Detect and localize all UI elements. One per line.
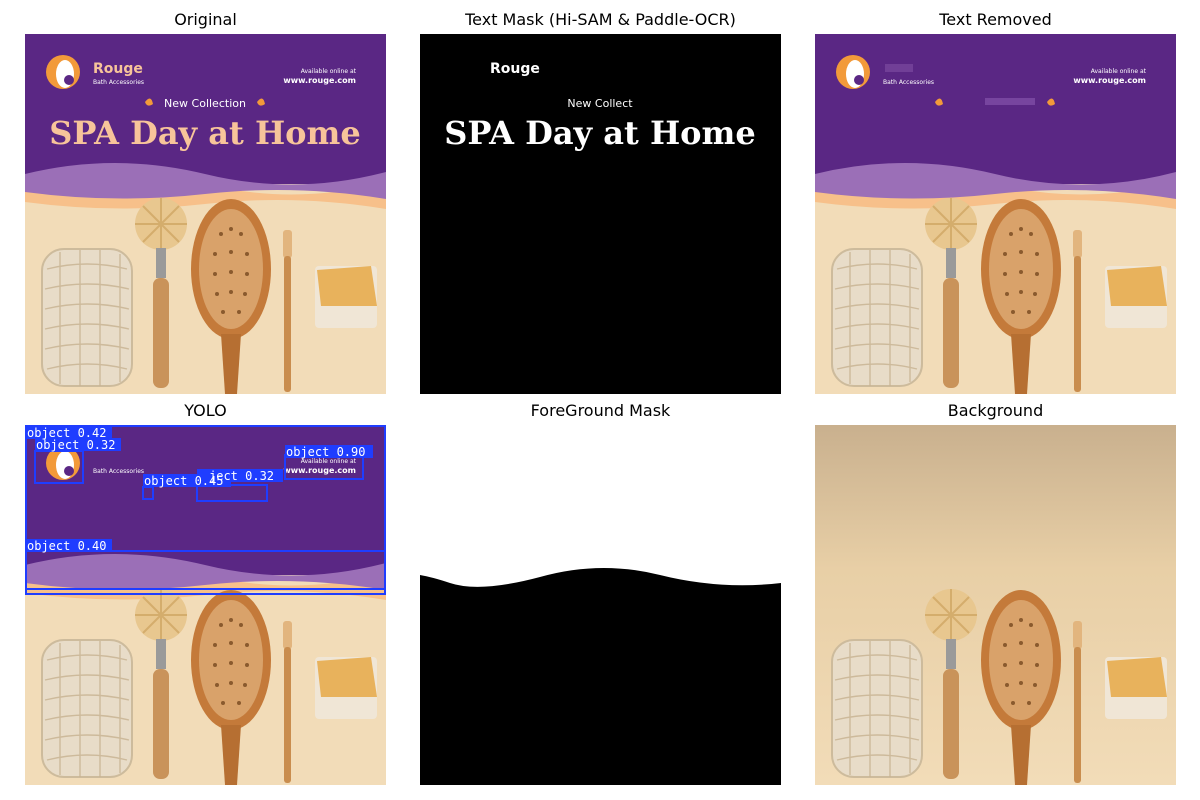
available-text: Available online at xyxy=(1091,68,1147,75)
detection-label: ject 0.32 xyxy=(209,469,274,483)
available-text: Available online at xyxy=(301,68,357,75)
panel-title-background: Background xyxy=(947,401,1044,420)
panel-title-original: Original xyxy=(174,10,237,29)
website-url: www.rouge.com xyxy=(283,76,356,85)
mask-brand: Rouge xyxy=(490,61,540,77)
headline: SPA Day at Home xyxy=(49,114,360,152)
panel-title-yolo: YOLO xyxy=(184,401,227,420)
brand-subtitle: Bath Accessories xyxy=(93,468,144,475)
rouge-logo-icon xyxy=(46,55,80,89)
available-text: Available online at xyxy=(301,458,357,465)
yolo-image: Bath Accessories Available online at www… xyxy=(25,425,386,785)
text-mask-image: Rouge New Collect SPA Day at Home xyxy=(420,34,781,394)
brand-subtitle: Bath Accessories xyxy=(883,79,934,86)
website-url: www.rouge.com xyxy=(283,466,356,475)
text-removed-image: Bath Accessories Available online at www… xyxy=(815,34,1176,394)
collection-label: New Collection xyxy=(164,97,246,110)
background-image xyxy=(815,425,1176,785)
panel-title-text-mask: Text Mask (Hi-SAM & Paddle-OCR) xyxy=(465,10,736,29)
detection-label: object 0.32 xyxy=(36,438,115,452)
rouge-logo-icon xyxy=(836,55,870,89)
detection-label: object 0.40 xyxy=(27,539,106,553)
detection-label: object 0.90 xyxy=(286,445,365,459)
mask-headline: SPA Day at Home xyxy=(444,114,755,152)
website-url: www.rouge.com xyxy=(1073,76,1146,85)
foreground-mask-image xyxy=(420,425,781,785)
panel-title-foreground-mask: ForeGround Mask xyxy=(530,401,671,420)
brand-subtitle: Bath Accessories xyxy=(93,79,144,86)
brand-name: Rouge xyxy=(93,61,143,77)
original-image: Rouge Bath Accessories Available online … xyxy=(25,34,386,394)
panel-title-text-removed: Text Removed xyxy=(939,10,1052,29)
mask-collection: New Collect xyxy=(567,97,633,110)
